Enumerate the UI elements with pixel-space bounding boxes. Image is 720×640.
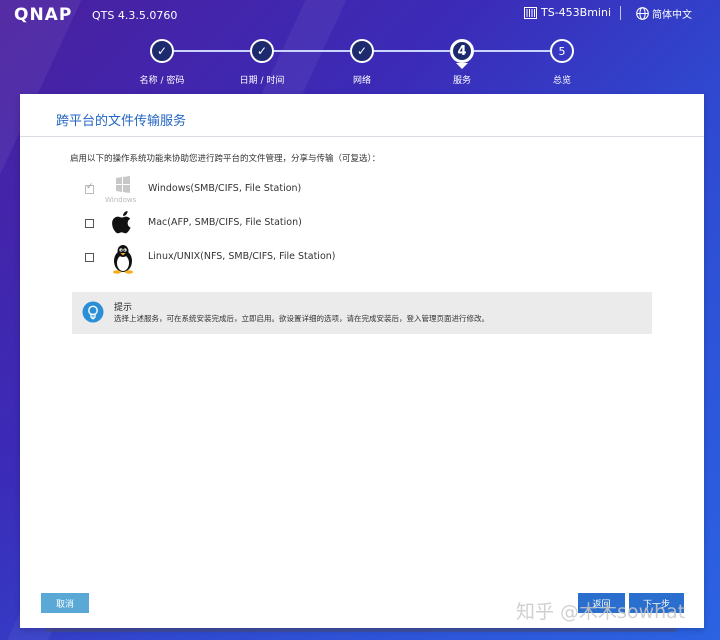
page-title: 跨平台的文件传输服务	[56, 114, 187, 129]
step-1-label: 名称 / 密码	[139, 76, 185, 86]
windows-icon-caption: Windows	[105, 196, 137, 204]
check-icon: ✓	[156, 44, 168, 58]
mac-option-label: Mac(AFP, SMB/CIFS, File Station)	[148, 217, 302, 228]
windows-checkbox[interactable]: ✓	[85, 182, 94, 194]
title-divider	[20, 136, 704, 137]
option-linux: Linux/UNIX(NFS, SMB/CIFS, File Station)	[82, 244, 482, 274]
step-5-circle: 5	[550, 39, 574, 63]
tip-box: 提示 选择上述服务，可在系统安装完成后，立即启用。欲设置详细的选项，请在完成安装…	[72, 292, 652, 334]
step-connector	[374, 50, 450, 52]
check-icon: ✓	[86, 182, 94, 192]
current-step-pointer	[456, 63, 468, 69]
step-2-label: 日期 / 时间	[239, 76, 285, 86]
header-divider	[620, 6, 621, 20]
windows-option-label: Windows(SMB/CIFS, File Station)	[148, 183, 302, 194]
step-3-circle: ✓	[350, 39, 374, 63]
qnap-logo: QNAP	[14, 5, 73, 25]
setup-stepper: ✓ ✓ ✓ 4 5 名称 / 密码 日期 / 时间 网络 服务 总览	[0, 36, 720, 88]
mac-checkbox[interactable]	[85, 219, 94, 228]
apple-icon	[110, 210, 136, 236]
services-panel: 跨平台的文件传输服务 启用以下的操作系统功能来协助您进行跨平台的文件管理，分享与…	[20, 94, 704, 628]
tux-icon	[110, 244, 136, 274]
top-bar: QNAP QTS 4.3.5.0760 TS-453Bmini 简体中文	[0, 0, 720, 30]
step-5-number: 5	[558, 44, 566, 58]
step-1-circle: ✓	[150, 39, 174, 63]
language-selector[interactable]: 简体中文	[636, 6, 692, 21]
step-4-label: 服务	[452, 76, 471, 86]
step-3-label: 网络	[352, 76, 371, 86]
device-model-label: TS-453Bmini	[541, 6, 612, 19]
step-2-circle: ✓	[250, 39, 274, 63]
tip-title: 提示	[114, 303, 133, 313]
linux-checkbox[interactable]	[85, 253, 94, 262]
step-5-label: 总览	[552, 76, 571, 86]
option-windows: ✓ Windows Windows(SMB/CIFS, File Station…	[82, 176, 482, 206]
step-connector	[174, 50, 250, 52]
linux-option-label: Linux/UNIX(NFS, SMB/CIFS, File Station)	[148, 251, 336, 262]
language-label: 简体中文	[652, 10, 692, 21]
step-4-circle: 4	[450, 39, 474, 63]
firmware-version: QTS 4.3.5.0760	[92, 9, 178, 22]
step-connector	[474, 50, 550, 52]
step-4-number: 4	[457, 43, 467, 59]
check-icon: ✓	[256, 44, 268, 58]
device-model: TS-453Bmini	[524, 6, 611, 19]
lightbulb-icon	[82, 301, 104, 323]
cancel-button[interactable]: 取消	[41, 593, 89, 613]
check-icon: ✓	[356, 44, 368, 58]
nas-device-icon	[524, 6, 537, 19]
step-connector	[274, 50, 350, 52]
panel-shadow	[46, 628, 676, 632]
globe-icon	[636, 7, 649, 20]
watermark-text: 知乎 @木木sowhat	[516, 601, 686, 623]
tip-text: 选择上述服务，可在系统安装完成后，立即启用。欲设置详细的选项，请在完成安装后，登…	[114, 314, 489, 323]
option-mac: Mac(AFP, SMB/CIFS, File Station)	[82, 210, 482, 240]
intro-text: 启用以下的操作系统功能来协助您进行跨平台的文件管理，分享与传输（可复选）：	[70, 154, 381, 164]
